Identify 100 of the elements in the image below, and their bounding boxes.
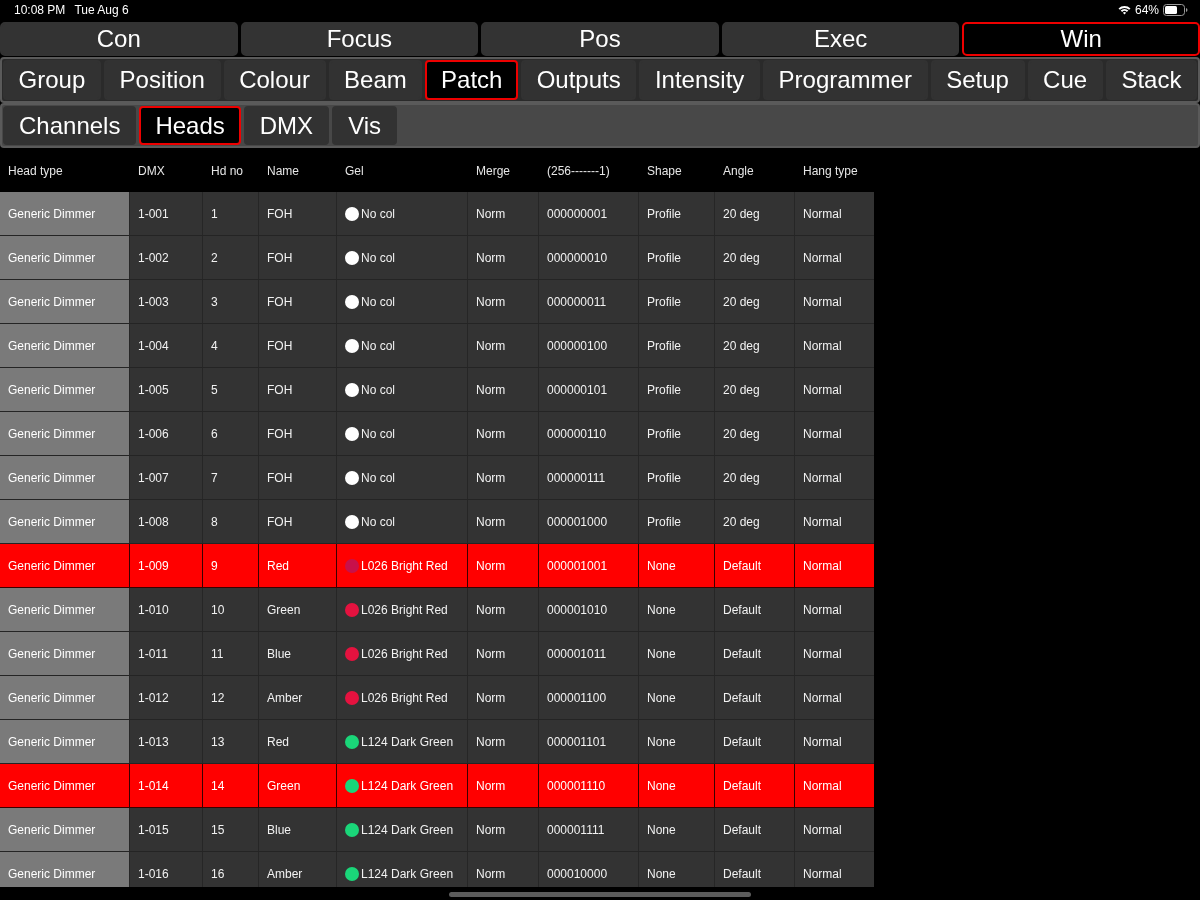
table-cell: None [639, 764, 714, 807]
table-row[interactable]: Generic Dimmer 1-008 8 FOH No col Norm 000001000 Profile 20 deg Normal [0, 500, 874, 544]
section-tab[interactable]: Stack [1105, 60, 1198, 100]
sub-tab[interactable]: Heads [139, 106, 241, 145]
section-tab[interactable]: Cue [1027, 60, 1103, 100]
head-type-cell: Generic Dimmer [0, 764, 129, 807]
table-cell: Norm [468, 324, 538, 367]
table-cell: Normal [795, 764, 874, 807]
sub-tab[interactable]: DMX [243, 106, 330, 145]
table-cell: Norm [468, 808, 538, 851]
table-row[interactable]: Generic Dimmer 1-014 14 Green L124 Dark Green Norm 000001110 None Default Normal [0, 764, 874, 808]
gel-label: No col [361, 382, 395, 397]
table-cell: 1-007 [130, 456, 202, 499]
table-row[interactable]: Generic Dimmer 1-010 10 Green L026 Bright Red Norm 000001010 None Default Normal [0, 588, 874, 632]
table-row[interactable]: Generic Dimmer 1-001 1 FOH No col Norm 000000001 Profile 20 deg Normal [0, 192, 874, 236]
gel-label: L124 Dark Green [361, 778, 454, 793]
table-cell: Profile [639, 368, 714, 411]
table-row[interactable]: Generic Dimmer 1-003 3 FOH No col Norm 000000011 Profile 20 deg Normal [0, 280, 874, 324]
head-type-cell: Generic Dimmer [0, 368, 129, 411]
table-cell: 7 [203, 456, 258, 499]
table-row[interactable]: Generic Dimmer 1-007 7 FOH No col Norm 000000111 Profile 20 deg Normal [0, 456, 874, 500]
column-header: Angle [722, 163, 755, 178]
table-cell: Norm [468, 280, 538, 323]
table-cell: 2 [203, 236, 258, 279]
table-cell: 000000100 [539, 324, 638, 367]
table-cell: 000001101 [539, 720, 638, 763]
table-cell: 000000010 [539, 236, 638, 279]
section-tab[interactable]: Intensity [639, 60, 760, 100]
table-cell: Norm [468, 456, 538, 499]
table-cell: Default [715, 544, 794, 587]
table-cell: 000000111 [539, 456, 638, 499]
table-cell: 000000011 [539, 280, 638, 323]
table-cell: Normal [795, 456, 874, 499]
table-cell: 20 deg [715, 500, 794, 543]
main-tab[interactable]: Exec [721, 22, 960, 56]
table-cell: 20 deg [715, 368, 794, 411]
section-tab[interactable]: Outputs [521, 60, 637, 100]
table-cell: FOH [259, 456, 336, 499]
head-type-cell: Generic Dimmer [0, 720, 129, 763]
table-cell: 000000110 [539, 412, 638, 455]
table-cell: 12 [203, 676, 258, 719]
table-cell: None [639, 544, 714, 587]
table-cell: Amber [259, 676, 336, 719]
table-row[interactable]: Generic Dimmer 1-012 12 Amber L026 Bright Red Norm 000001100 None Default Normal [0, 676, 874, 720]
table-row[interactable]: Generic Dimmer 1-006 6 FOH No col Norm 000000110 Profile 20 deg Normal [0, 412, 874, 456]
section-tab[interactable]: Beam [328, 60, 423, 100]
sub-tab[interactable]: Channels [3, 106, 137, 145]
table-row[interactable]: Generic Dimmer 1-002 2 FOH No col Norm 000000010 Profile 20 deg Normal [0, 236, 874, 280]
table-cell: None [639, 632, 714, 675]
table-cell: Normal [795, 808, 874, 851]
table-cell: Amber [259, 852, 336, 887]
section-tab[interactable]: Position [103, 60, 221, 100]
section-tab[interactable]: Group [3, 60, 101, 100]
main-tab[interactable]: Pos [481, 22, 719, 56]
table-cell: Norm [468, 720, 538, 763]
table-cell: Norm [468, 632, 538, 675]
table-row[interactable]: Generic Dimmer 1-013 13 Red L124 Dark Green Norm 000001101 None Default Normal [0, 720, 874, 764]
table-cell: 13 [203, 720, 258, 763]
table-cell: Normal [795, 236, 874, 279]
table-row[interactable]: Generic Dimmer 1-015 15 Blue L124 Dark Green Norm 000001111 None Default Normal [0, 808, 874, 852]
table-cell: 1-011 [130, 632, 202, 675]
section-tab[interactable]: Setup [930, 60, 1025, 100]
head-type-cell: Generic Dimmer [0, 280, 129, 323]
column-header: Head type [7, 163, 64, 178]
table-cell: None [639, 676, 714, 719]
table-cell: Normal [795, 720, 874, 763]
gel-label: L026 Bright Red [361, 602, 448, 617]
table-cell: Default [715, 764, 794, 807]
table-cell: 9 [203, 544, 258, 587]
gel-label: No col [361, 426, 395, 441]
table-row[interactable]: Generic Dimmer 1-011 11 Blue L026 Bright Red Norm 000001011 None Default Normal [0, 632, 874, 676]
main-tab[interactable]: Con [0, 22, 238, 56]
table-row[interactable]: Generic Dimmer 1-009 9 Red L026 Bright Red Norm 000001001 None Default Normal [0, 544, 874, 588]
column-header: (256-------1) [546, 163, 611, 178]
table-cell: Norm [468, 192, 538, 235]
table-cell: FOH [259, 236, 336, 279]
gel-label: No col [361, 338, 395, 353]
table-cell: Norm [468, 852, 538, 887]
gel-label: L124 Dark Green [361, 822, 454, 837]
main-tab[interactable]: Win [962, 22, 1200, 56]
table-row[interactable]: Generic Dimmer 1-005 5 FOH No col Norm 000000101 Profile 20 deg Normal [0, 368, 874, 412]
section-tab[interactable]: Programmer [762, 60, 928, 100]
section-tab[interactable]: Colour [223, 60, 326, 100]
table-cell: 1-006 [130, 412, 202, 455]
table-cell: Norm [468, 764, 538, 807]
table-cell: FOH [259, 412, 336, 455]
table-cell: Default [715, 632, 794, 675]
main-tab[interactable]: Focus [240, 22, 479, 56]
table-cell: 1-012 [130, 676, 202, 719]
table-cell: Norm [468, 368, 538, 411]
section-tab[interactable]: Patch [425, 60, 519, 100]
sub-tab[interactable]: Vis [332, 106, 398, 145]
status-date: Tue Aug 6 [74, 3, 129, 17]
gel-label: No col [361, 250, 395, 265]
table-cell: 1-010 [130, 588, 202, 631]
table-row[interactable]: Generic Dimmer 1-016 16 Amber L124 Dark Green Norm 000010000 None Default Normal [0, 852, 874, 887]
head-type-cell: Generic Dimmer [0, 192, 129, 235]
table-row[interactable]: Generic Dimmer 1-004 4 FOH No col Norm 000000100 Profile 20 deg Normal [0, 324, 874, 368]
table-cell: 16 [203, 852, 258, 887]
table-cell: 000001000 [539, 500, 638, 543]
